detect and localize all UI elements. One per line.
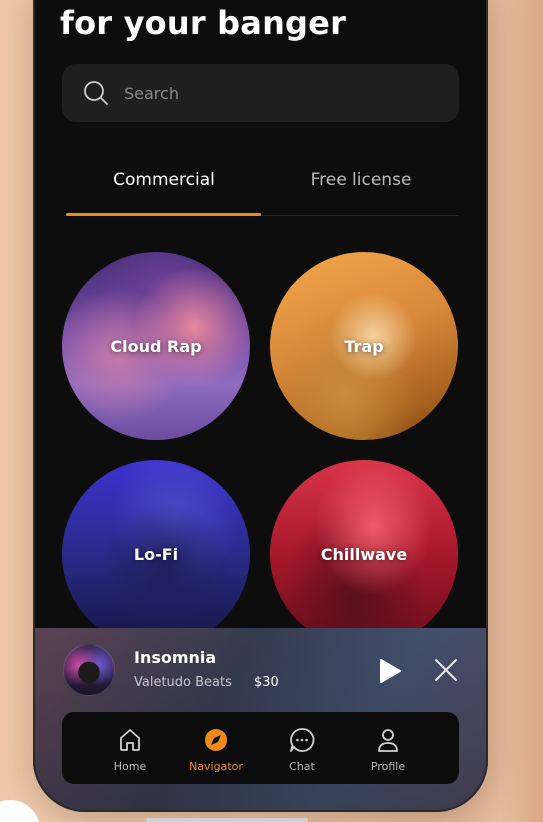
genre-label: Cloud Rap: [110, 336, 202, 356]
bottom-tab-bar: Home Navigator Chat Profile: [62, 712, 459, 784]
nav-item-chat[interactable]: Chat: [262, 712, 342, 784]
genre-label: Chillwave: [320, 544, 408, 564]
nav-label-home: Home: [113, 760, 147, 773]
close-icon: [435, 659, 457, 681]
navigator-icon: [205, 729, 227, 751]
home-indicator: [146, 818, 308, 822]
chat-icon: [290, 728, 315, 752]
close-player-button[interactable]: [433, 657, 459, 683]
genre-label: Trap: [344, 336, 384, 356]
tab-free-license[interactable]: Free license: [263, 170, 459, 190]
profile-icon: [378, 729, 398, 752]
play-button[interactable]: [378, 658, 402, 684]
search-input[interactable]: Search: [124, 84, 179, 103]
license-tabs: Commercial Free license: [66, 170, 459, 216]
nav-item-navigator[interactable]: Navigator: [176, 712, 256, 784]
track-artist: Valetudo Beats: [134, 675, 232, 690]
page-title: for your banger: [60, 4, 347, 42]
nav-item-profile[interactable]: Profile: [348, 712, 428, 784]
home-icon: [120, 729, 140, 751]
genre-card-lo-fi[interactable]: Lo-Fi: [62, 460, 250, 648]
track-title: Insomnia: [134, 648, 217, 667]
search-icon: [82, 79, 110, 107]
play-icon: [380, 659, 401, 683]
genre-card-cloud-rap[interactable]: Cloud Rap: [62, 252, 250, 440]
nav-item-home[interactable]: Home: [90, 712, 170, 784]
nav-label-chat: Chat: [289, 760, 315, 773]
genre-label: Lo-Fi: [133, 544, 179, 564]
search-bar[interactable]: Search: [62, 64, 459, 122]
genre-card-trap[interactable]: Trap: [270, 252, 458, 440]
active-tab-indicator: [66, 213, 261, 216]
track-cover-art[interactable]: [63, 644, 115, 696]
nav-label-profile: Profile: [370, 760, 406, 773]
track-price: $30: [254, 675, 279, 690]
genre-card-chillwave[interactable]: Chillwave: [270, 460, 458, 648]
tab-commercial[interactable]: Commercial: [66, 170, 262, 190]
phone-frame: for your banger Search Commercial Free l…: [33, 0, 488, 812]
nav-label-navigator: Navigator: [189, 760, 243, 773]
